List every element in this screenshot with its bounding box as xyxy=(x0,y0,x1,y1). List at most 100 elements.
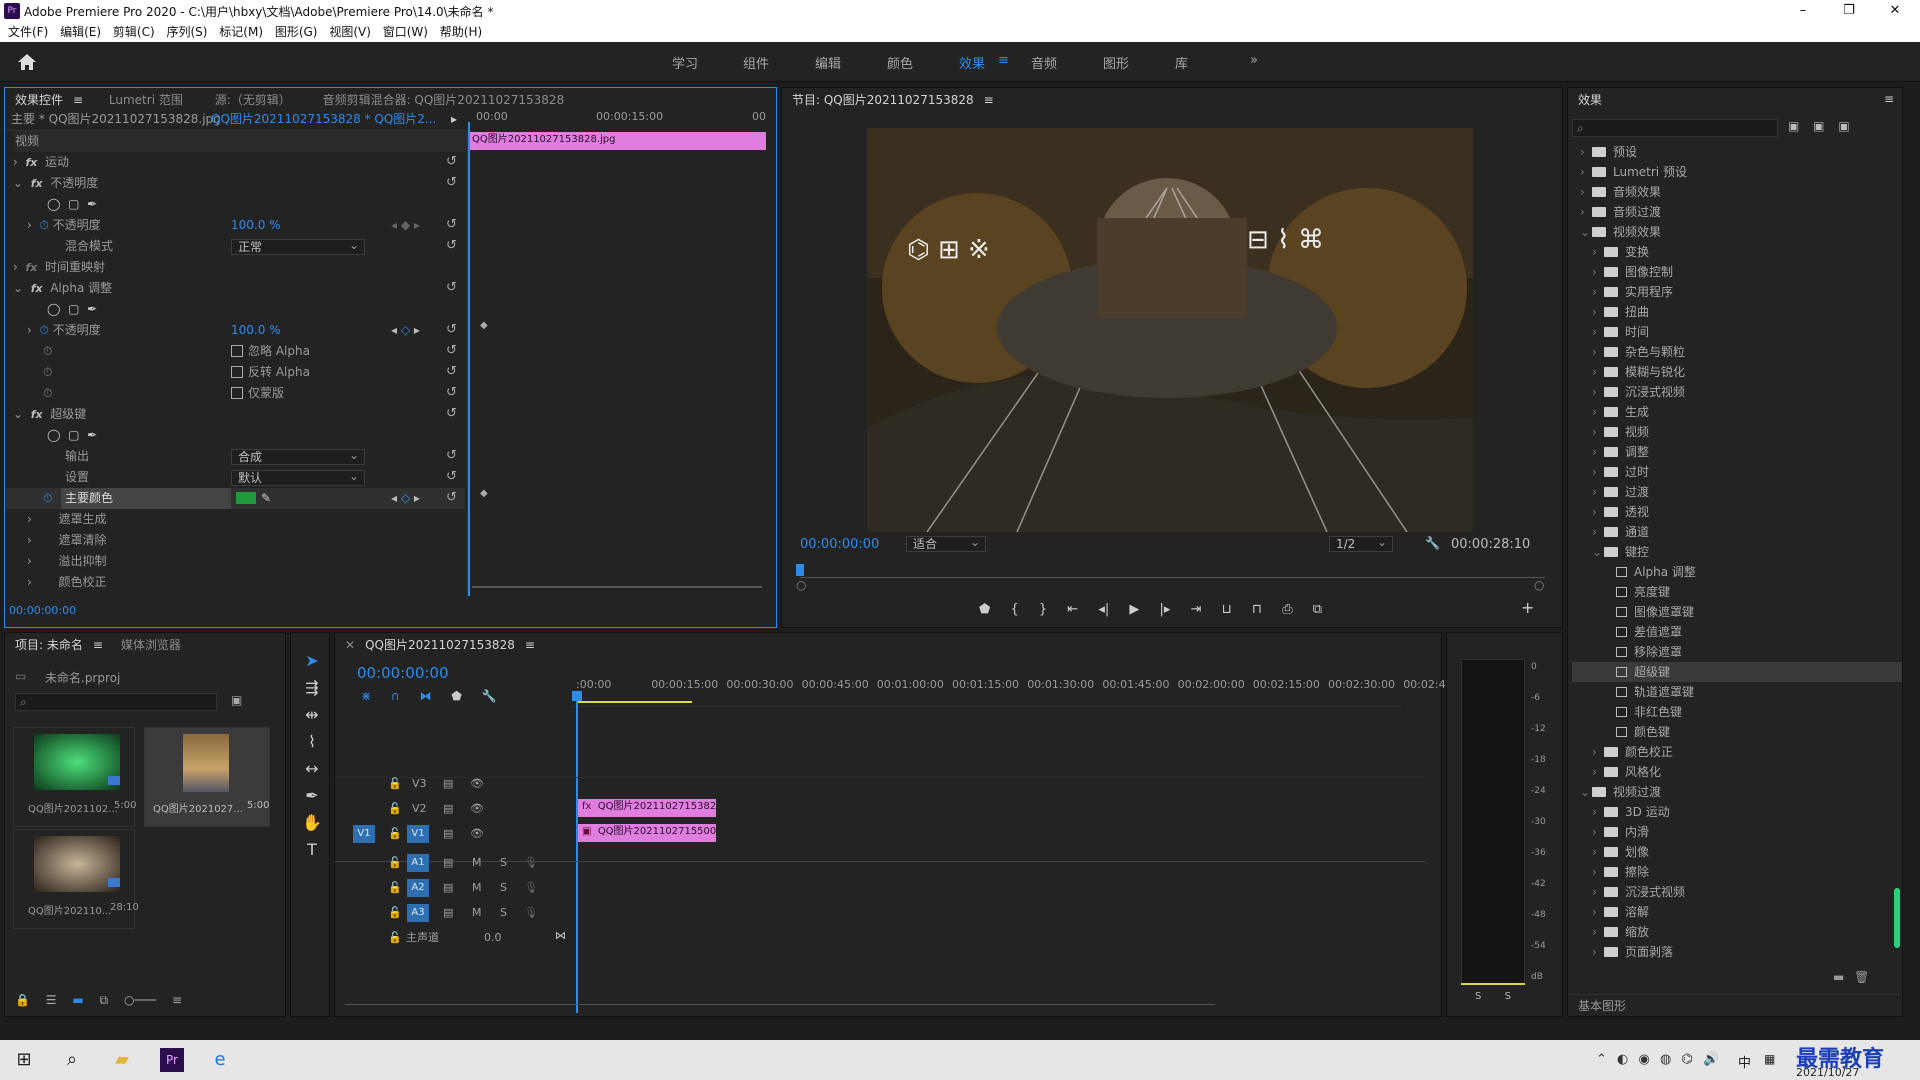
track-a3-lock-icon[interactable]: 🔓 xyxy=(388,901,402,925)
track-a2-target[interactable]: A2 xyxy=(407,879,429,897)
add-marker-icon[interactable]: ⬟ xyxy=(451,689,461,703)
stopwatch-icon[interactable]: ⏱ xyxy=(43,488,52,509)
playhead-handle[interactable] xyxy=(572,691,582,701)
rect-mask-icon[interactable]: ▢ xyxy=(68,302,79,316)
timeline-hscroll[interactable] xyxy=(345,993,1215,1005)
premiere-taskbar-icon[interactable]: Pr xyxy=(160,1048,184,1072)
overwrite-icon[interactable]: ⊓ xyxy=(1252,602,1262,617)
reset-icon[interactable]: ↺ xyxy=(446,217,457,232)
track-a2-lock-icon[interactable]: 🔓 xyxy=(388,876,402,900)
chevron-right-icon[interactable]: › xyxy=(1580,182,1592,202)
timeline-timecode[interactable]: 00:00:00:00 xyxy=(357,664,449,682)
menu-clip[interactable]: 剪辑(C) xyxy=(113,22,155,42)
reset-icon[interactable]: ↺ xyxy=(446,280,457,295)
matte-gen-row[interactable]: › 遮罩生成 xyxy=(27,509,107,530)
chevron-right-icon[interactable]: › xyxy=(1592,242,1604,262)
chevron-right-icon[interactable]: › xyxy=(1592,862,1604,882)
track-v3-eye-icon[interactable]: 👁 xyxy=(470,772,484,796)
chevron-right-icon[interactable]: › xyxy=(1592,522,1604,542)
effects-folder[interactable]: › 生成 xyxy=(1572,402,1649,422)
mask-only-checkbox[interactable]: 仅蒙版 xyxy=(231,383,284,404)
chevron-right-icon[interactable]: › xyxy=(1592,882,1604,902)
effects-folder[interactable]: › 3D 运动 xyxy=(1572,802,1670,822)
chevron-down-icon[interactable]: ⌄ xyxy=(1580,222,1592,242)
opacity-row[interactable]: ⌄ fx 不透明度 xyxy=(13,173,98,194)
effects-folder[interactable]: › 音频过渡 xyxy=(1572,202,1661,222)
effects-folder[interactable]: › 音频效果 xyxy=(1572,182,1661,202)
effects-folder[interactable]: › 视频 xyxy=(1572,422,1649,442)
effects-item[interactable]: 图像遮罩键 xyxy=(1572,602,1694,622)
reset-icon[interactable]: ↺ xyxy=(446,385,457,400)
spill-row[interactable]: › 溢出抑制 xyxy=(27,551,107,572)
chevron-down-icon[interactable]: ⌄ xyxy=(1580,782,1592,802)
go-to-in-icon[interactable]: ⇤ xyxy=(1067,602,1078,617)
track-a3-mic-icon[interactable]: 🎙 xyxy=(524,901,538,925)
chevron-right-icon[interactable]: › xyxy=(1592,802,1604,822)
timeline-playhead[interactable] xyxy=(576,691,578,1013)
track-a3-mute[interactable]: M xyxy=(472,901,482,925)
master-go-to-end-icon[interactable]: ⋈ xyxy=(555,924,566,948)
blend-mode-dropdown[interactable]: 正常 xyxy=(231,238,365,255)
insert-icon[interactable]: ⊔ xyxy=(1222,602,1232,617)
ec-playhead[interactable] xyxy=(468,122,470,596)
effects-folder[interactable]: › 缩放 xyxy=(1572,922,1649,942)
effects-folder[interactable]: › 时间 xyxy=(1572,322,1649,342)
razor-tool-icon[interactable]: ⌇ xyxy=(300,731,324,753)
chevron-right-icon[interactable]: › xyxy=(1580,162,1592,182)
tray-expand-icon[interactable]: ⌃ xyxy=(1596,1052,1607,1067)
master-track-value[interactable]: 0.0 xyxy=(484,926,502,950)
track-v1-sync-icon[interactable]: ▤ xyxy=(443,822,453,846)
timeline-vscroll[interactable] xyxy=(1427,693,1437,1013)
track-v3-lock-icon[interactable]: 🔓 xyxy=(388,772,402,796)
invert-alpha-checkbox[interactable]: 反转 Alpha xyxy=(231,362,310,383)
chevron-right-icon[interactable]: › xyxy=(1592,402,1604,422)
track-v3-sync-icon[interactable]: ▤ xyxy=(443,772,453,796)
effects-folder[interactable]: › 页面剥落 xyxy=(1572,942,1673,962)
stopwatch-icon[interactable]: ⏱ xyxy=(43,383,52,404)
effects-folder[interactable]: › 透视 xyxy=(1572,502,1649,522)
tab-project[interactable]: 项目: 未命名 xyxy=(15,633,83,657)
ellipse-mask-icon[interactable]: ◯ xyxy=(47,197,60,211)
scrub-start-icon[interactable]: ○ xyxy=(796,578,806,592)
yuv-effects-icon[interactable]: ▣ xyxy=(1838,119,1849,133)
list-view-icon[interactable]: ☰ xyxy=(46,993,57,1007)
chevron-right-icon[interactable]: › xyxy=(1592,942,1604,962)
windows-start-icon[interactable]: ⊞ xyxy=(12,1048,36,1072)
effects-folder[interactable]: › 实用程序 xyxy=(1572,282,1673,302)
add-button-icon[interactable]: + xyxy=(1521,598,1534,617)
expand-timeline-icon[interactable]: ▸ xyxy=(451,109,457,130)
close-icon[interactable]: ✕ xyxy=(1872,1,1918,21)
effects-folder[interactable]: › 杂色与颗粒 xyxy=(1572,342,1685,362)
menu-graphics[interactable]: 图形(G) xyxy=(275,22,318,42)
alpha-adjust-row[interactable]: ⌄ fx Alpha 调整 xyxy=(13,278,112,299)
go-to-out-icon[interactable]: ⇥ xyxy=(1191,602,1202,617)
alpha-opacity-value[interactable]: 100.0 % xyxy=(231,320,281,341)
effects-folder[interactable]: › 变换 xyxy=(1572,242,1649,262)
motion-row[interactable]: › fx 运动 xyxy=(13,152,69,173)
ec-zoom-scrollbar[interactable] xyxy=(472,586,762,588)
workspace-editing[interactable]: 编辑 xyxy=(815,53,841,72)
effects-folder[interactable]: › 沉浸式视频 xyxy=(1572,382,1685,402)
menu-marker[interactable]: 标记(M) xyxy=(219,22,263,42)
new-bin-icon[interactable]: ▣ xyxy=(231,693,242,707)
chevron-right-icon[interactable]: › xyxy=(1592,922,1604,942)
ec-clip-bar[interactable]: QQ图片20211027153828.jpg xyxy=(468,132,766,150)
chevron-right-icon[interactable]: › xyxy=(1592,322,1604,342)
workspace-menu-icon[interactable]: ≡ xyxy=(998,53,1009,68)
workspace-libraries[interactable]: 库 xyxy=(1175,53,1188,72)
track-a1-mic-icon[interactable]: 🎙 xyxy=(524,851,538,875)
effects-folder[interactable]: ⌄ 视频过渡 xyxy=(1572,782,1661,802)
maximize-icon[interactable]: ❐ xyxy=(1826,1,1872,21)
matte-clean-row[interactable]: › 遮罩清除 xyxy=(27,530,107,551)
icon-view-icon[interactable]: ▬ xyxy=(72,993,83,1007)
effects-title[interactable]: 效果 xyxy=(1578,88,1602,112)
sort-icon[interactable]: ≡ xyxy=(172,993,182,1007)
hand-tool-icon[interactable]: ✋ xyxy=(300,812,324,834)
delete-icon[interactable]: 🗑 xyxy=(1854,970,1869,984)
track-a2-solo[interactable]: S xyxy=(500,876,507,900)
menu-sequence[interactable]: 序列(S) xyxy=(166,22,207,42)
reset-icon[interactable]: ↺ xyxy=(446,490,457,505)
effects-folder[interactable]: › 划像 xyxy=(1572,842,1649,862)
track-a2-sync-icon[interactable]: ▤ xyxy=(443,876,453,900)
ec-timecode[interactable]: 00:00:00:00 xyxy=(9,604,76,617)
